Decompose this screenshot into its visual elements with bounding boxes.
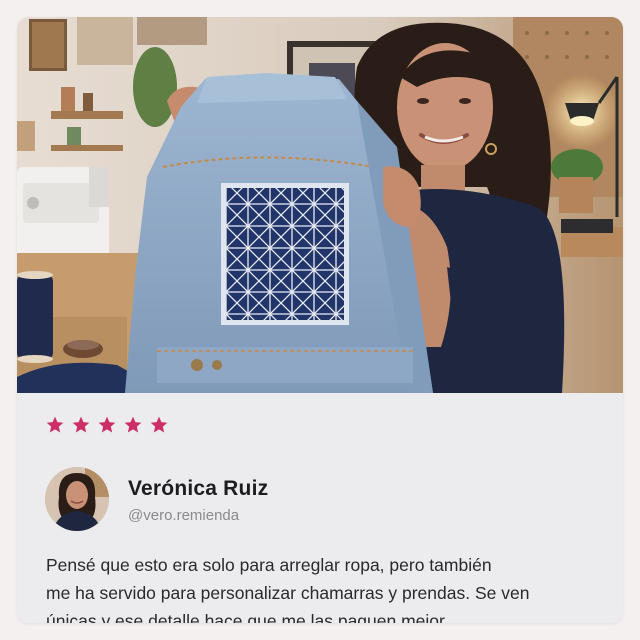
plant-left <box>133 47 177 127</box>
star-icon <box>98 416 116 433</box>
avatar-photo <box>45 467 109 531</box>
review-quote-line: únicas y ese detalle hace que me las pag… <box>46 611 449 623</box>
review-quote-line: Pensé que esto era solo para arreglar ro… <box>46 555 492 575</box>
photo-scene <box>17 17 623 393</box>
testimonial-card: Verónica Ruiz @vero.remienda Pensé que e… <box>17 17 623 623</box>
review-panel: Verónica Ruiz @vero.remienda Pensé que e… <box>17 393 623 623</box>
reviewer-handle: @vero.remienda <box>128 507 240 524</box>
testimonial-photo <box>17 17 623 393</box>
star-rating <box>45 415 169 435</box>
star-icon <box>150 416 168 433</box>
reviewer-avatar <box>45 467 109 531</box>
reviewer-name: Verónica Ruiz <box>128 477 269 500</box>
thread-spool <box>17 275 53 359</box>
star-icon <box>72 416 90 433</box>
wall-frame-2 <box>77 17 133 65</box>
star-icon <box>124 416 142 433</box>
review-quote-line: me ha servido para personalizar chamarra… <box>46 583 530 603</box>
review-quote: Pensé que esto era solo para arreglar ro… <box>46 551 606 623</box>
star-icon <box>46 416 64 433</box>
